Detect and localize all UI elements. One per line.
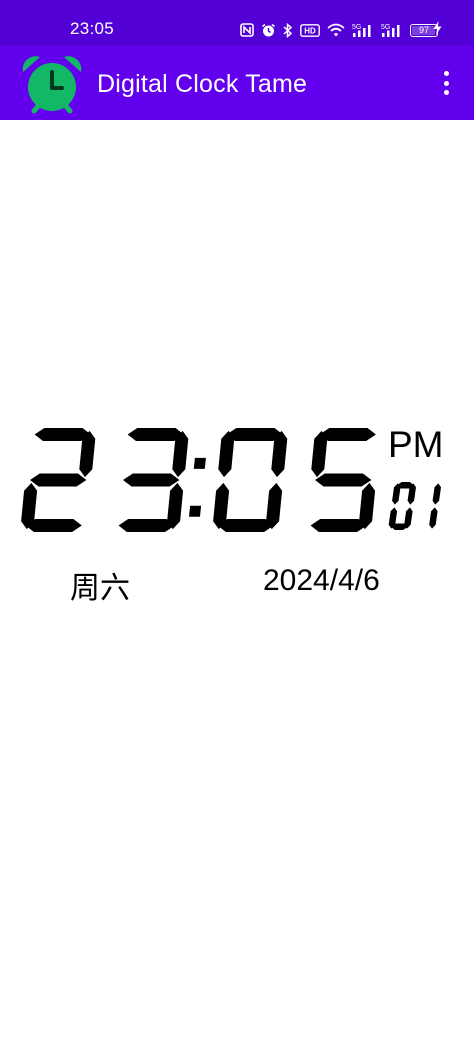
seconds-digit [429,483,441,529]
seconds-digit [388,482,416,530]
segment-g [30,473,87,487]
time-digit [310,428,376,532]
alarm-clock-icon [20,52,84,116]
alarm-icon [261,23,276,38]
network-type-label: 5G [352,24,361,31]
more-vert-icon[interactable] [434,68,458,98]
time-digit [213,428,288,532]
status-bar: 23:05 HD 5G 5G 97 [0,0,474,46]
segment-g [315,473,372,487]
segment-g [123,473,180,487]
battery-level: 97 [418,24,429,35]
app-title: Digital Clock Tame [97,70,308,98]
segment-d [25,519,82,532]
hd-label: HD [304,26,316,35]
weekday-label: 周六 [70,572,130,605]
segment-f [218,430,235,478]
segment-d [310,519,367,532]
signal-icon-2: 5G [381,23,403,38]
status-time: 23:05 [70,19,115,38]
colon-dot [193,457,206,469]
segment-f [392,483,401,505]
clock-seconds [388,482,441,530]
wifi-icon [327,23,345,37]
clock-time [21,428,376,532]
segment-a [319,428,376,441]
time-digit [21,428,96,532]
network-type-label-2: 5G [381,24,390,31]
hd-voice-icon: HD [300,23,320,37]
signal-icon: 5G [352,23,374,38]
segment-c [429,507,438,529]
time-digit [118,428,189,532]
date-label: 2024/4/6 [263,564,380,597]
segment-b [432,483,441,505]
am-pm-indicator: PM [388,424,444,465]
nfc-icon [240,23,254,37]
colon-dot [189,505,202,517]
status-icons: HD 5G 5G 97 [240,17,438,43]
segment-d [118,519,175,532]
bluetooth-icon [283,22,293,38]
app-bar: Digital Clock Tame [0,46,474,120]
segment-f [311,430,328,478]
charging-icon [433,21,442,40]
